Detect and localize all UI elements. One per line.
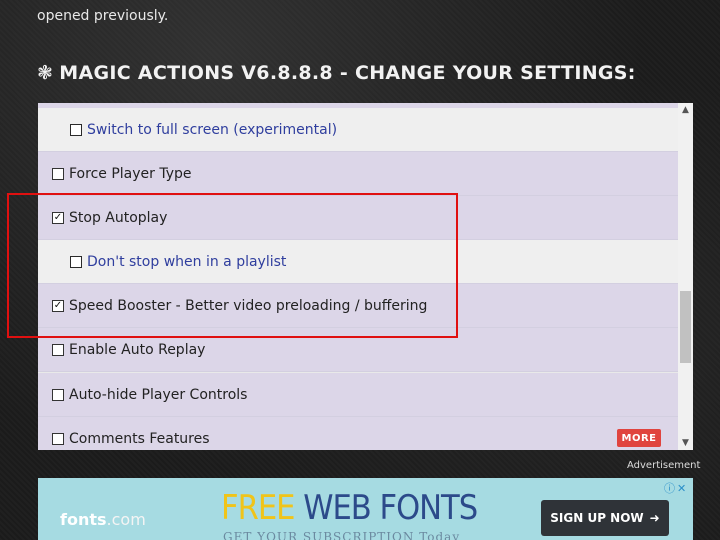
ad-logo[interactable]: fonts.com [60, 510, 146, 529]
checkbox-full-screen[interactable] [70, 123, 82, 136]
setting-row-comments-features[interactable]: Comments Features [38, 417, 678, 450]
setting-row-full-screen[interactable]: Switch to full screen (experimental) [38, 108, 678, 152]
advertisement-caption: Advertisement [627, 460, 701, 471]
setting-row-speed-booster[interactable]: ✓ Speed Booster - Better video preloadin… [38, 284, 678, 328]
checkbox-auto-replay[interactable] [52, 343, 64, 356]
setting-row-force-player-type[interactable]: Force Player Type [38, 152, 678, 196]
ad-subline: GET YOUR SUBSCRIPTION Today [223, 530, 461, 540]
section-heading: ❃ MAGIC ACTIONS V6.8.8.8 - CHANGE YOUR SE… [37, 62, 636, 84]
more-badge[interactable]: MORE [617, 429, 661, 447]
setting-row-stop-autoplay[interactable]: ✓ Stop Autoplay [38, 196, 678, 240]
setting-label-comments-features: Comments Features [69, 430, 210, 447]
setting-label-full-screen: Switch to full screen (experimental) [87, 121, 338, 138]
ad-close-icon[interactable]: ⓘ✕ [664, 480, 688, 496]
checkbox-auto-hide-controls[interactable] [52, 388, 64, 401]
scroll-down-icon[interactable]: ▼ [678, 436, 693, 450]
scroll-thumb[interactable] [680, 291, 691, 363]
settings-scrollbar[interactable]: ▲ ▼ [678, 103, 693, 450]
ad-logo-main: fonts [60, 510, 107, 529]
sign-up-label: SIGN UP NOW [550, 511, 644, 525]
ad-headline-rest: WEB FONTS [294, 488, 478, 528]
settings-panel[interactable]: Switch to full screen (experimental) For… [38, 103, 693, 450]
ad-banner[interactable]: fonts.com FREE WEB FONTS GET YOUR SUBSCR… [38, 478, 693, 540]
setting-row-auto-replay[interactable]: Enable Auto Replay [38, 328, 678, 372]
ad-headline: FREE WEB FONTS [221, 488, 478, 528]
setting-label-stop-autoplay: Stop Autoplay [69, 209, 168, 226]
scroll-up-icon[interactable]: ▲ [678, 103, 693, 117]
setting-label-force-player-type: Force Player Type [69, 165, 192, 182]
arrow-right-icon: ➜ [649, 511, 660, 525]
ad-headline-free: FREE [221, 488, 295, 528]
section-heading-text: MAGIC ACTIONS V6.8.8.8 - CHANGE YOUR SET… [59, 62, 636, 84]
setting-row-auto-hide-controls[interactable]: Auto-hide Player Controls [38, 373, 678, 417]
setting-label-speed-booster: Speed Booster - Better video preloading … [69, 297, 428, 314]
checkbox-comments-features[interactable] [52, 432, 64, 445]
intro-text: opened previously. [37, 8, 169, 24]
checkbox-stop-autoplay[interactable]: ✓ [52, 211, 64, 224]
sign-up-button[interactable]: SIGN UP NOW ➜ [541, 500, 669, 536]
checkbox-dont-stop-playlist[interactable] [70, 255, 82, 268]
ad-logo-suffix: .com [106, 510, 146, 529]
setting-label-auto-replay: Enable Auto Replay [69, 341, 206, 358]
setting-label-dont-stop-playlist: Don't stop when in a playlist [87, 253, 287, 270]
checkbox-speed-booster[interactable]: ✓ [52, 299, 64, 312]
setting-row-dont-stop-playlist[interactable]: Don't stop when in a playlist [38, 240, 678, 284]
checkbox-force-player-type[interactable] [52, 167, 64, 180]
flower-icon: ❃ [37, 62, 54, 84]
setting-label-auto-hide-controls: Auto-hide Player Controls [69, 386, 248, 403]
